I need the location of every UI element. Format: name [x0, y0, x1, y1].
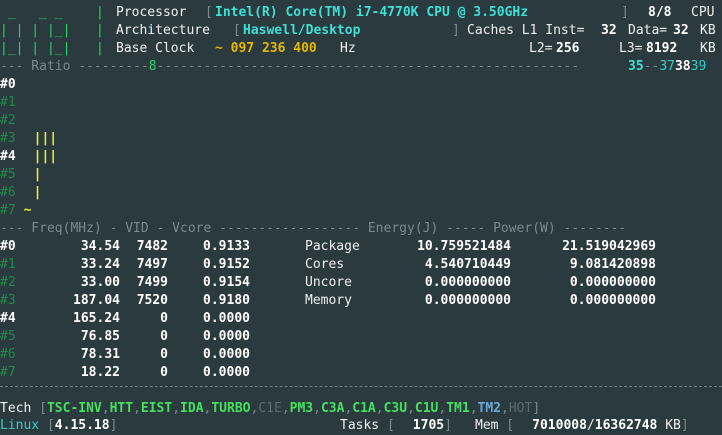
- mem-status: Mem [7010008/16362748 KB]: [475, 418, 689, 433]
- cpu-count: 8/8: [648, 5, 672, 20]
- l3-label: L3=: [619, 41, 643, 56]
- tech-flag: PM3: [289, 401, 314, 416]
- core-vcore: 0.0000: [203, 365, 250, 380]
- ratio-row: #7 ~: [0, 202, 31, 220]
- ratio-bar: |||: [33, 131, 58, 146]
- ratio-bar: |||: [33, 149, 58, 164]
- ratio-bar: |: [33, 167, 42, 182]
- kernel-version: 4.15.18: [54, 418, 110, 433]
- table-header: --- Freq(MHz) - VID - Vcore ------------…: [0, 221, 627, 236]
- core-vcore: 0.0000: [203, 311, 250, 326]
- tech-flags: TSC-INV,HTT,EIST,IDA,TURBO,C1E,PM3,C3A,C…: [46, 401, 533, 416]
- status-line: Linux [4.15.18]: [0, 418, 118, 433]
- processor-bracket-right: ]: [621, 5, 629, 20]
- power-value: 9.081420898: [569, 257, 656, 272]
- ratio-row: #2: [0, 112, 16, 130]
- ratio-mark-37: 37: [659, 59, 675, 74]
- tasks-status: Tasks [1705]: [340, 418, 452, 433]
- caches-label: Caches L1 Inst=: [467, 23, 585, 38]
- tech-flag: EIST: [140, 401, 173, 416]
- tech-flag: C3A: [320, 401, 345, 416]
- tech-flag: TSC-INV: [46, 401, 102, 416]
- ratio-core-id: #7: [0, 203, 16, 218]
- footer-separator: [0, 386, 722, 388]
- ratio-title: --- Ratio ---------: [0, 59, 149, 74]
- l1-inst-value: 32: [601, 23, 617, 38]
- logo-line-1: _ _ _: [0, 5, 63, 20]
- mem-label: Mem: [475, 418, 499, 433]
- tasks-count: 1705: [412, 418, 445, 433]
- power-value: 21.519042969: [562, 239, 656, 254]
- tech-line: Tech [TSC-INV,HTT,EIST,IDA,TURBO,C1E,PM3…: [0, 401, 541, 416]
- ratio-row: #6 |: [0, 184, 41, 202]
- architecture-bracket-left: [: [233, 23, 241, 38]
- ratio-core-id: #6: [0, 185, 16, 200]
- ratio-mark-38: 38: [674, 59, 691, 74]
- ratio-high-marks: 35--373839: [628, 58, 707, 76]
- processor-label: Processor: [116, 5, 187, 20]
- l1-data-value: 32: [673, 23, 689, 38]
- l2-label: L2=: [529, 41, 553, 56]
- tech-flag: TM1: [446, 401, 470, 416]
- kb-label: KB: [700, 23, 716, 38]
- mem-unit: KB: [665, 418, 681, 433]
- cpu-label: CPU: [691, 5, 715, 20]
- data-label: Data=: [628, 23, 668, 38]
- architecture-value: Haswell/Desktop: [243, 23, 361, 38]
- ratio-mark-35: 35: [628, 59, 644, 74]
- ratio-row: #1: [0, 94, 16, 112]
- tech-flag: HOT: [508, 401, 533, 416]
- tech-flag: HTT: [109, 401, 134, 416]
- hz-label: Hz: [340, 41, 356, 56]
- core-vcore: 0.0000: [203, 329, 250, 344]
- tech-flag: C1U: [414, 401, 439, 416]
- ratio-bar: |: [33, 185, 42, 200]
- ratio-core-id: #5: [0, 167, 16, 182]
- l3-value: 8192: [646, 41, 678, 56]
- os-name: Linux: [0, 418, 40, 433]
- architecture-label: Architecture: [116, 23, 210, 38]
- tech-flag: C1A: [352, 401, 376, 416]
- tech-flag: TM2: [477, 401, 501, 416]
- ratio-row: #3 |||: [0, 130, 57, 148]
- power-value: 0.000000000: [569, 293, 656, 308]
- ratio-bar: ~: [23, 203, 32, 218]
- ratio-core-id: #0: [0, 77, 16, 92]
- mem-used: 7010008: [532, 418, 587, 433]
- mem-total: 16362748: [594, 418, 658, 433]
- logo-line-3: |_| | |_|: [0, 41, 71, 56]
- ratio-core-id: #2: [0, 113, 16, 128]
- ratio-header: --- Ratio ---------8--------------------…: [0, 59, 580, 74]
- tech-flag: C1E: [258, 401, 282, 416]
- ratio-row: #0: [0, 76, 16, 94]
- ratio-row: #5 |: [0, 166, 41, 184]
- kb-label-2: KB: [700, 41, 716, 56]
- logo-line-2: | | | |_|: [0, 23, 71, 38]
- processor-bracket-left: [: [205, 5, 213, 20]
- architecture-bracket-right: ]: [452, 23, 460, 38]
- tech-flag: C3U: [383, 401, 408, 416]
- base-clock-label: Base Clock: [116, 41, 195, 56]
- ratio-core-id: #3: [0, 131, 16, 146]
- ratio-mark-8: 8: [148, 59, 157, 74]
- ratio-core-id: #4: [0, 149, 16, 164]
- core-vcore: 0.0000: [203, 347, 250, 362]
- ratio-row: #4 |||: [0, 148, 57, 166]
- logo-bar-2: |: [96, 23, 104, 38]
- tasks-label: Tasks: [340, 418, 380, 433]
- terminal-screen: _ _ _ | | | |_| |_| | |_| | Processor [ …: [0, 0, 722, 434]
- logo-bar-3: |: [96, 41, 104, 56]
- tech-flag: TURBO: [211, 401, 251, 416]
- tech-flag: IDA: [180, 401, 204, 416]
- logo-bar-1: |: [96, 5, 104, 20]
- l2-value: 256: [556, 41, 580, 56]
- tech-label: Tech: [0, 401, 32, 416]
- power-value: 0.000000000: [569, 275, 656, 290]
- base-clock-value: ~ 097 236 400: [215, 41, 317, 56]
- processor-value: Intel(R) Core(TM) i7-4770K CPU @ 3.50GHz: [215, 5, 529, 20]
- ratio-core-id: #1: [0, 95, 16, 110]
- ratio-mark-39: 39: [690, 59, 707, 74]
